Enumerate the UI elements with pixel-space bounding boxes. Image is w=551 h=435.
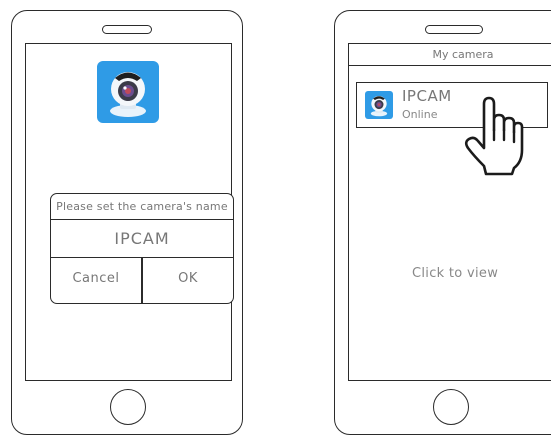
left-speaker: [102, 25, 152, 34]
right-phone: My camera IPCAM Online Click to view: [334, 10, 551, 435]
ok-button[interactable]: OK: [143, 258, 233, 303]
dialog-title: Please set the camera's name: [51, 194, 233, 220]
click-to-view-hint: Click to view: [412, 266, 499, 281]
right-home-button[interactable]: [433, 389, 469, 425]
camera-item-status: Online: [402, 108, 438, 121]
left-home-button[interactable]: [110, 389, 146, 425]
left-screen: Please set the camera's name IPCAM Cance…: [25, 43, 234, 381]
camera-name-input[interactable]: IPCAM: [51, 220, 233, 258]
camera-item-name: IPCAM: [402, 87, 452, 105]
cancel-button[interactable]: Cancel: [51, 258, 141, 303]
camera-app-icon[interactable]: [97, 61, 159, 123]
pointing-hand-icon: [464, 96, 524, 176]
camera-item-icon-graphic: [370, 95, 388, 117]
camera-item-icon: [365, 91, 393, 119]
left-phone: Please set the camera's name IPCAM Cance…: [11, 10, 243, 435]
my-camera-header: My camera: [349, 44, 551, 66]
right-speaker: [425, 25, 483, 34]
right-screen: My camera IPCAM Online Click to view: [348, 43, 551, 381]
camera-app-icon-graphic: [110, 72, 146, 117]
camera-name-dialog: Please set the camera's name IPCAM Cance…: [50, 193, 234, 304]
